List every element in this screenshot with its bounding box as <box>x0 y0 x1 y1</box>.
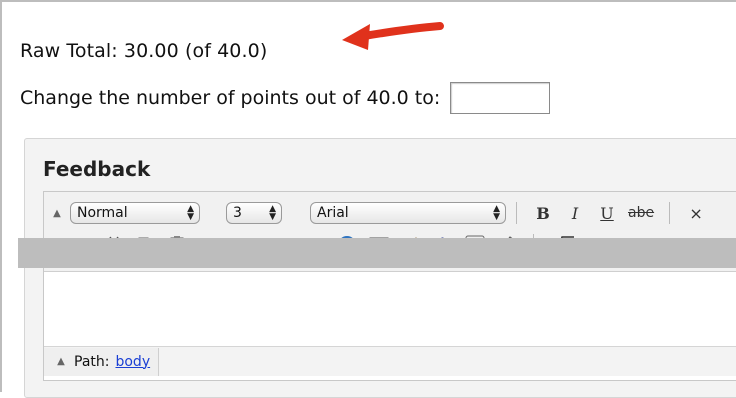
collapse-statusbar-icon[interactable]: ▲ <box>52 356 70 367</box>
underline-button[interactable]: U <box>596 201 618 225</box>
stepper-icon: ▲ ▼ <box>187 204 194 222</box>
red-arrow-icon <box>342 22 444 50</box>
bold-button[interactable]: B <box>532 201 554 225</box>
editor-content-area[interactable] <box>44 272 736 346</box>
font-family-select[interactable]: Arial ▲ ▼ <box>310 202 506 224</box>
font-family-select-value: Arial <box>317 205 349 221</box>
font-size-select[interactable]: 3 ▲ ▼ <box>226 202 282 224</box>
stepper-icon: ▲ ▼ <box>269 204 276 222</box>
toolbar-separator <box>669 202 671 224</box>
editor-statusbar: ▲ Path: body <box>44 346 736 376</box>
italic-button[interactable]: I <box>564 201 586 225</box>
toolbar-separator <box>516 202 517 224</box>
path-tab: ▲ Path: body <box>44 347 160 376</box>
format-select[interactable]: Normal ▲ ▼ <box>70 202 200 224</box>
more-button[interactable]: × <box>685 201 707 225</box>
toolbar-row-1: ▲ Normal ▲ ▼ 3 ▲ ▼ Arial ▲ ▼ B I U abe × <box>44 198 712 228</box>
panel-bottom-strip <box>18 238 736 268</box>
feedback-panel: Feedback ▲ Normal ▲▼ 3 ▲▼ Arial ▲▼ B <box>24 138 736 398</box>
path-label: Path: <box>74 353 110 370</box>
strikethrough-button[interactable]: abe <box>628 201 654 225</box>
feedback-editor: ▲ Normal ▲ ▼ 3 ▲ ▼ Arial ▲ ▼ B I U abe ×… <box>43 191 736 381</box>
font-size-select-value: 3 <box>233 205 242 221</box>
change-points-row: Change the number of points out of 40.0 … <box>20 82 551 114</box>
feedback-title: Feedback <box>43 157 151 181</box>
raw-total-text: Raw Total: 30.00 (of 40.0) <box>20 40 268 62</box>
path-body-link[interactable]: body <box>115 354 150 370</box>
stepper-icon: ▲ ▼ <box>493 204 500 222</box>
format-select-value: Normal <box>77 205 128 221</box>
collapse-toolbar-icon[interactable]: ▲ <box>48 208 66 219</box>
points-input[interactable] <box>450 82 551 114</box>
change-points-label: Change the number of points out of 40.0 … <box>20 87 441 109</box>
